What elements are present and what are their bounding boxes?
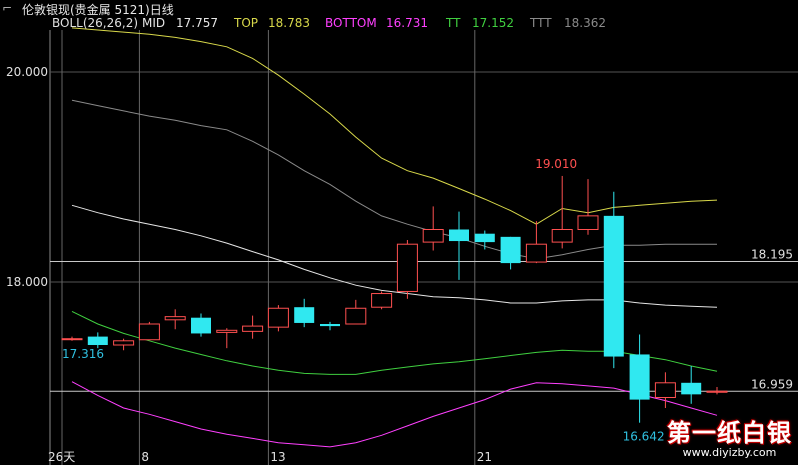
x-tick-label: 21 [477, 450, 492, 464]
candle [500, 236, 521, 270]
candle [396, 240, 418, 299]
candle-body [396, 243, 418, 292]
candle-body [500, 236, 521, 264]
chart-menu-icon[interactable]: ⌐ [2, 1, 12, 15]
candle-body [654, 382, 676, 398]
candle [191, 313, 211, 337]
candle-body [216, 329, 238, 333]
candle [267, 305, 289, 332]
candle [371, 291, 393, 310]
price-line-label: 16.959 [751, 377, 793, 391]
candle-body [706, 390, 728, 393]
candle [449, 211, 469, 280]
x-tick-label: 13 [270, 450, 285, 464]
candle-body [345, 307, 367, 325]
candle [629, 334, 650, 423]
candle [87, 332, 108, 349]
legend-mid-label: MID [142, 16, 166, 30]
x-tick-label: 8 [141, 450, 149, 464]
candle [706, 387, 728, 395]
candle-body [603, 215, 624, 357]
y-tick-label: 20.000 [6, 65, 48, 79]
candle-body [577, 215, 599, 231]
annotation-start: 17.316 [62, 347, 104, 361]
candle [422, 206, 444, 251]
candle-body [242, 325, 264, 332]
candle-body [320, 324, 340, 327]
candle-body [294, 307, 315, 323]
grid-layer [49, 30, 798, 465]
x-tick-label: 26天 [48, 450, 75, 464]
legend-top-value: 18.783 [268, 16, 310, 30]
candle-body [629, 354, 650, 400]
annotation-low: 16.642 [623, 430, 665, 444]
indicator-legend: BOLL(26,26,2) MID 17.757 TOP 18.783 BOTT… [0, 15, 798, 31]
candle-body [164, 316, 186, 321]
candle-body [87, 336, 108, 345]
candle [113, 338, 135, 351]
candle-body [422, 229, 444, 243]
candle-body [449, 229, 469, 242]
candle [320, 321, 340, 331]
candle [242, 315, 264, 339]
candlestick-chart: 20.000 18.000 26天 8 13 21 18.195 16.959 19.010 17… [6, 27, 798, 465]
candle-body [551, 229, 573, 243]
candle-body [371, 293, 393, 308]
candle [216, 328, 238, 349]
candle [474, 230, 495, 250]
candle-body [681, 382, 702, 395]
candle-body [267, 307, 289, 328]
legend-mid-value: 17.757 [176, 16, 218, 30]
candle [603, 191, 624, 369]
legend-ttt-label: TTT [530, 16, 552, 30]
candle [294, 298, 315, 328]
candle [164, 309, 186, 330]
legend-tt-label: TT [446, 16, 461, 30]
candle-body [525, 243, 547, 263]
candle [61, 336, 83, 341]
candle [681, 366, 702, 404]
candle-body [138, 323, 160, 341]
site-logo: 第一纸白银 www.diyizby.com [667, 413, 792, 459]
legend-tt-value: 17.152 [472, 16, 514, 30]
candle [345, 299, 367, 325]
legend-bottom-value: 16.731 [386, 16, 428, 30]
candle [525, 221, 547, 264]
legend-ttt-value: 18.362 [564, 16, 606, 30]
candle-body [113, 340, 135, 346]
annotation-high: 19.010 [535, 157, 577, 171]
line-top [71, 27, 718, 225]
logo-text: 第一纸白银 [667, 419, 792, 447]
candle-body [191, 317, 211, 334]
candle-body [61, 338, 83, 341]
price-line-label: 18.195 [751, 248, 793, 262]
candle [577, 179, 599, 235]
chart-header: ⌐ 伦敦银现(贵金属 5121)日线 [0, 0, 798, 17]
candle [138, 321, 160, 341]
indicator-name: BOLL(26,26,2) [52, 16, 139, 30]
legend-bottom-label: BOTTOM [325, 16, 377, 30]
logo-url: www.diyizby.com [682, 446, 777, 459]
candle-body [474, 233, 495, 243]
legend-top-label: TOP [234, 16, 259, 30]
candles-layer [61, 175, 728, 423]
y-tick-label: 18.000 [6, 275, 48, 289]
